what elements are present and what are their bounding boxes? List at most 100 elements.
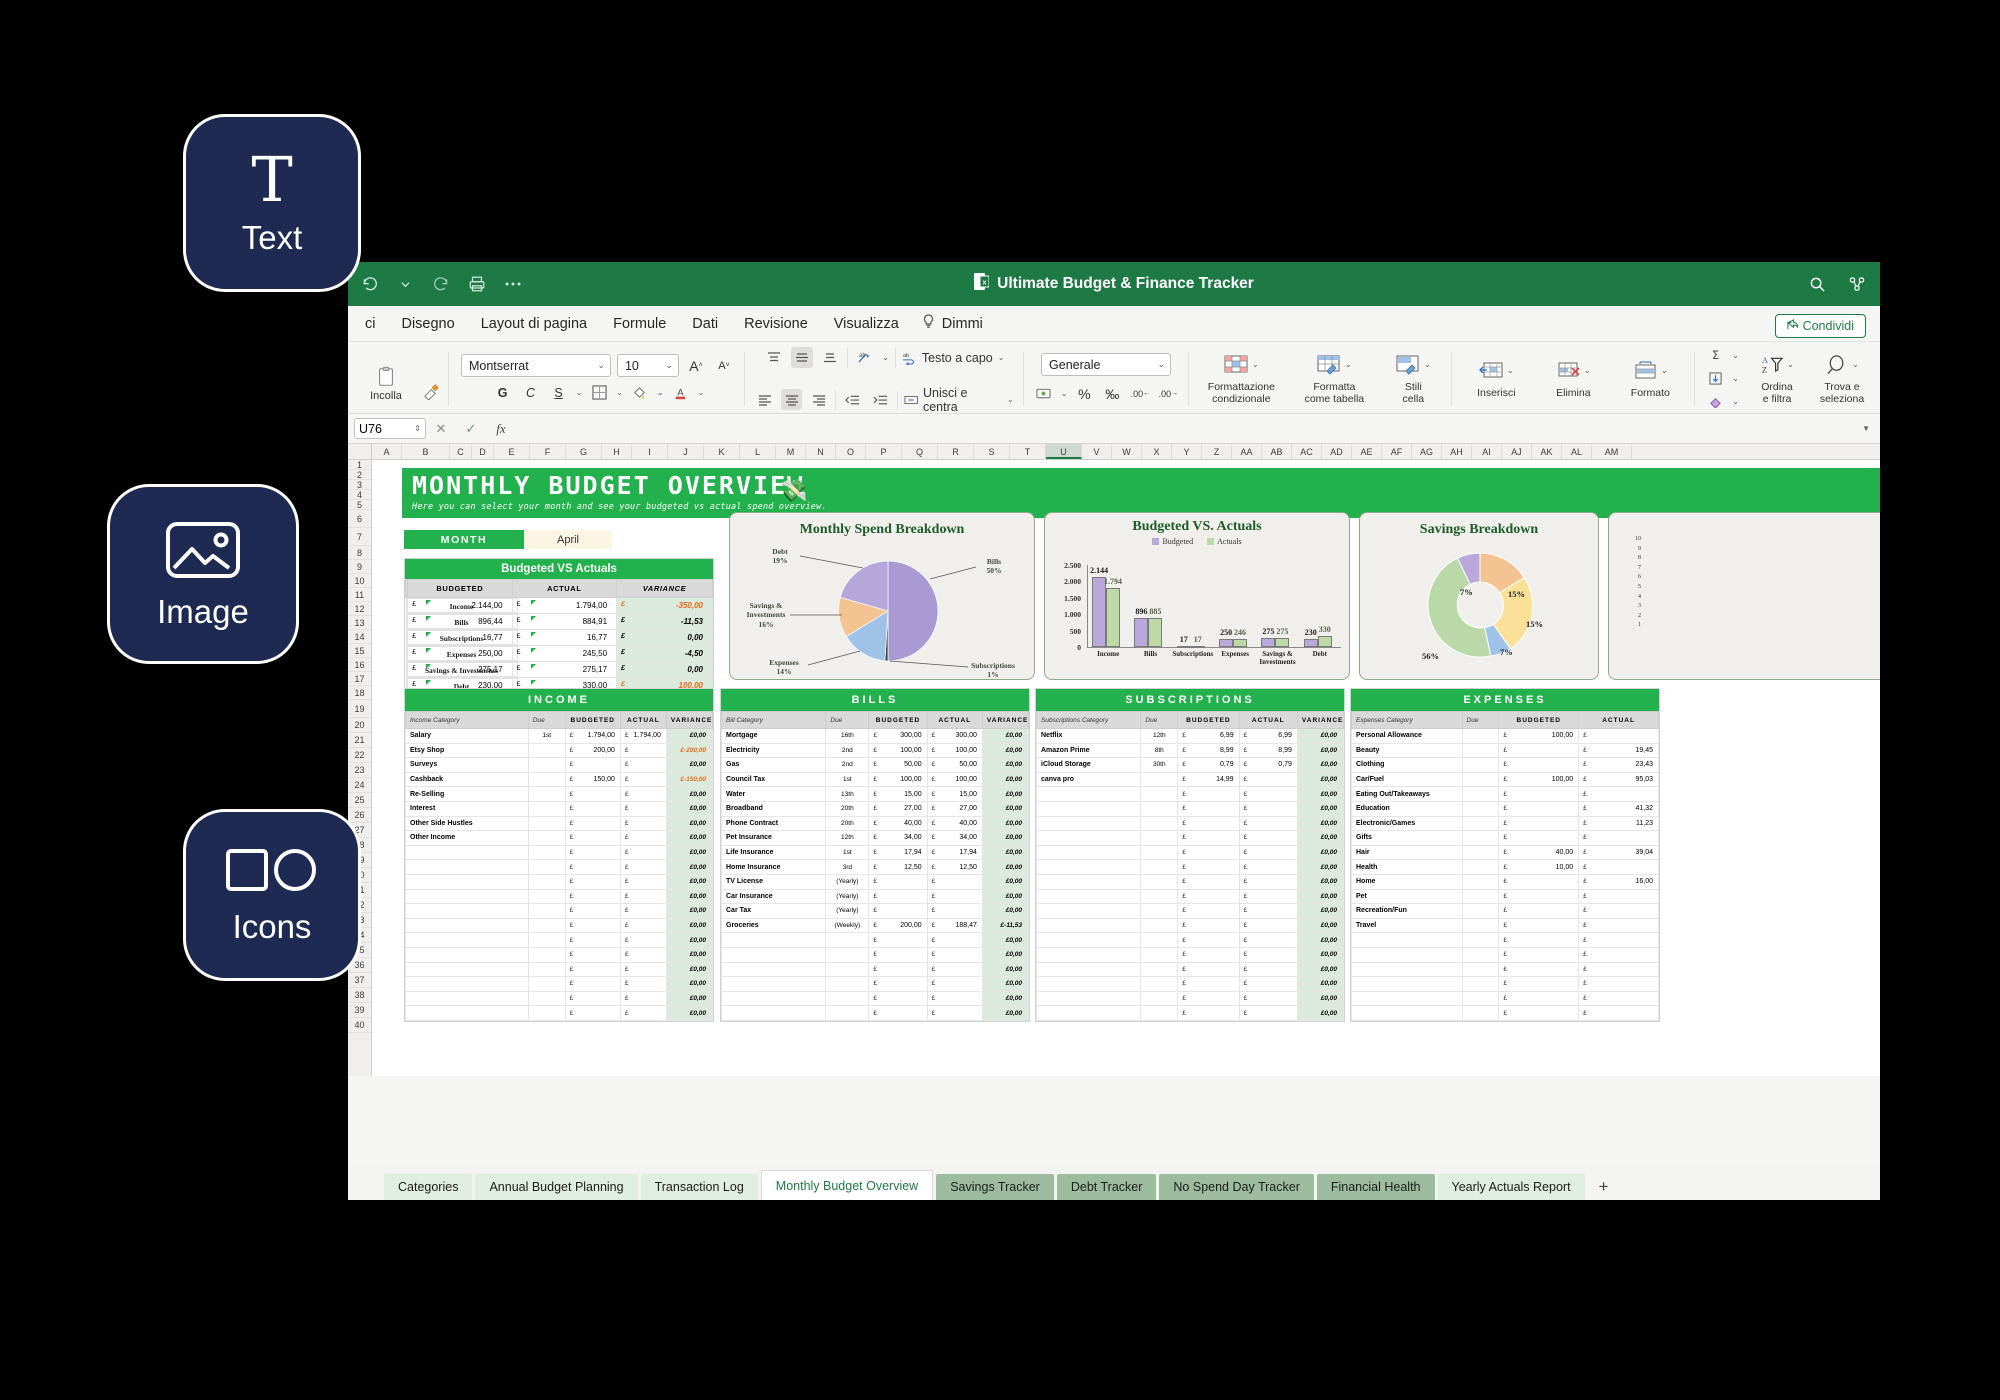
row-actual[interactable]: £ <box>619 830 667 846</box>
row-budgeted[interactable]: £ <box>1498 815 1580 832</box>
row-actual[interactable]: £ <box>619 873 667 890</box>
increase-indent-icon[interactable] <box>870 389 891 410</box>
column-header-L[interactable]: L <box>740 444 776 459</box>
row-header-12[interactable]: 12 <box>348 602 371 616</box>
row-budgeted[interactable]: £ <box>1177 830 1240 846</box>
row-category[interactable]: canva pro <box>1035 771 1142 788</box>
align-right-icon[interactable] <box>808 389 829 410</box>
sheet-tab-debt-tracker[interactable]: Debt Tracker <box>1056 1174 1157 1200</box>
row-due[interactable] <box>527 903 566 919</box>
row-due[interactable] <box>1461 800 1500 817</box>
row-budgeted[interactable]: £ <box>564 786 621 802</box>
row-category[interactable] <box>1035 888 1142 905</box>
row-category[interactable] <box>720 946 827 963</box>
row-header-17[interactable]: 17 <box>348 672 371 686</box>
row-budgeted[interactable]: £ <box>868 961 928 978</box>
row-budgeted[interactable]: £ <box>1177 917 1240 934</box>
formula-expand-icon[interactable]: ▼ <box>1862 424 1874 433</box>
row-category[interactable]: Travel <box>1351 917 1463 934</box>
row-actual[interactable]: £ <box>1238 888 1298 905</box>
row-category[interactable] <box>1035 830 1142 846</box>
column-header-AD[interactable]: AD <box>1322 444 1352 459</box>
row-category[interactable]: Council Tax <box>720 771 827 788</box>
row-actual[interactable]: £ <box>1578 830 1659 846</box>
row-due[interactable] <box>1140 961 1179 978</box>
row-budgeted[interactable]: £ <box>1498 990 1580 1007</box>
row-actual[interactable]: £ <box>926 903 983 919</box>
sheet-tab-financial-health[interactable]: Financial Health <box>1316 1174 1435 1200</box>
row-actual[interactable]: £ <box>1238 830 1298 846</box>
row-category[interactable]: Gifts <box>1351 830 1463 846</box>
currency-format-icon[interactable] <box>1033 383 1055 404</box>
row-due[interactable] <box>527 786 566 802</box>
row-category[interactable] <box>405 859 529 875</box>
row-actual[interactable]: £16,00 <box>1578 873 1659 890</box>
column-header-C[interactable]: C <box>450 444 472 459</box>
row-budgeted[interactable]: £12,50 <box>868 859 928 875</box>
row-budgeted[interactable]: £40,00 <box>868 815 928 832</box>
row-due[interactable] <box>1461 742 1500 759</box>
row-due[interactable] <box>1461 976 1500 992</box>
row-actual[interactable]: £ <box>1578 961 1659 978</box>
row-category[interactable] <box>720 976 827 992</box>
row-header-20[interactable]: 20 <box>348 718 371 733</box>
row-header-39[interactable]: 39 <box>348 1003 371 1018</box>
row-header-19[interactable]: 19 <box>348 700 371 718</box>
column-header-Z[interactable]: Z <box>1202 444 1232 459</box>
align-top-icon[interactable] <box>763 347 785 368</box>
row-header-6[interactable]: 6 <box>348 510 371 528</box>
increase-decimal-button[interactable]: .00 ← <box>1129 383 1151 404</box>
row-due[interactable] <box>527 888 566 905</box>
row-budgeted[interactable]: £100,00 <box>868 771 928 788</box>
cancel-x-icon[interactable]: ✕ <box>426 421 456 437</box>
row-header-37[interactable]: 37 <box>348 973 371 988</box>
row-budgeted[interactable]: £ <box>564 815 621 832</box>
row-budgeted[interactable]: £200,00 <box>868 917 928 934</box>
row-actual[interactable]: £ <box>1578 990 1659 1007</box>
confirm-check-icon[interactable]: ✓ <box>456 421 486 437</box>
row-due[interactable] <box>1140 800 1179 817</box>
ribbon-tab-formule[interactable]: Formule <box>600 312 679 336</box>
row-category[interactable]: Gas <box>720 757 827 773</box>
row-category[interactable]: Clothing <box>1351 757 1463 773</box>
row-due[interactable] <box>1461 990 1500 1007</box>
row-actual[interactable]: £ <box>1238 771 1298 788</box>
row-actual[interactable]: £39,04 <box>1578 844 1659 861</box>
row-actual[interactable]: £ <box>619 800 667 817</box>
row-header-16[interactable]: 16 <box>348 658 371 672</box>
row-due[interactable] <box>527 990 566 1007</box>
row-header-21[interactable]: 21 <box>348 733 371 748</box>
sheet-tab-transaction-log[interactable]: Transaction Log <box>640 1174 758 1200</box>
row-category[interactable]: Etsy Shop <box>405 742 529 759</box>
row-header-14[interactable]: 14 <box>348 630 371 644</box>
row-category[interactable] <box>405 873 529 890</box>
row-due[interactable]: 20th <box>825 800 870 817</box>
row-budgeted[interactable]: £50,00 <box>868 757 928 773</box>
row-actual[interactable]: £19,45 <box>1578 742 1659 759</box>
column-header-AE[interactable]: AE <box>1352 444 1382 459</box>
row-category[interactable] <box>1035 1005 1142 1021</box>
row-category[interactable]: Mortgage <box>720 728 827 744</box>
row-header-2[interactable]: 2 <box>348 470 371 480</box>
row-category[interactable]: Netflix <box>1035 728 1142 744</box>
row-budgeted[interactable]: £ <box>1177 946 1240 963</box>
row-due[interactable] <box>527 859 566 875</box>
tell-me-box[interactable]: Dimmi <box>912 314 983 333</box>
row-budgeted[interactable]: £ <box>868 1005 928 1021</box>
row-category[interactable] <box>720 1005 827 1021</box>
row-actual[interactable]: £ <box>619 786 667 802</box>
row-budgeted[interactable]: £ <box>868 976 928 992</box>
row-header-5[interactable]: 5 <box>348 500 371 510</box>
row-budgeted[interactable]: £ <box>1498 830 1580 846</box>
row-category[interactable] <box>405 917 529 934</box>
row-category[interactable] <box>405 946 529 963</box>
column-header-H[interactable]: H <box>602 444 632 459</box>
row-actual[interactable]: £50,00 <box>926 757 983 773</box>
row-category[interactable]: Health <box>1351 859 1463 875</box>
row-header-26[interactable]: 26 <box>348 808 371 823</box>
column-header-AK[interactable]: AK <box>1532 444 1562 459</box>
row-category[interactable] <box>1035 976 1142 992</box>
row-budgeted[interactable]: £ <box>564 888 621 905</box>
row-budgeted[interactable]: £8,99 <box>1177 742 1240 759</box>
row-due[interactable]: 2nd <box>825 742 870 759</box>
